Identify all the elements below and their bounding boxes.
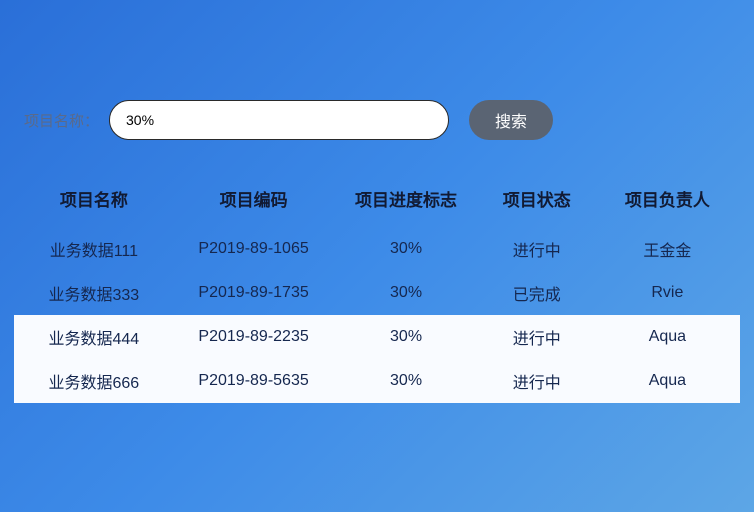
table-row[interactable]: 业务数据333P2019-89-173530%已完成Rvie — [14, 271, 740, 315]
search-button[interactable]: 搜索 — [469, 100, 553, 140]
cell-owner: 王金金 — [595, 227, 740, 271]
table-header-row: 项目名称 项目编码 项目进度标志 项目状态 项目负责人 — [14, 168, 740, 227]
cell-name: 业务数据333 — [14, 271, 174, 315]
col-header-owner: 项目负责人 — [595, 168, 740, 227]
cell-code: P2019-89-5635 — [174, 359, 334, 403]
cell-status: 进行中 — [479, 227, 595, 271]
col-header-progress: 项目进度标志 — [333, 168, 478, 227]
cell-progress: 30% — [333, 271, 478, 315]
cell-owner: Aqua — [595, 359, 740, 403]
cell-progress: 30% — [333, 227, 478, 271]
table-row[interactable]: 业务数据111P2019-89-106530%进行中王金金 — [14, 227, 740, 271]
table-row[interactable]: 业务数据666P2019-89-563530%进行中Aqua — [14, 359, 740, 403]
search-label: 项目名称： — [24, 110, 99, 131]
project-table-wrap: 项目名称 项目编码 项目进度标志 项目状态 项目负责人 业务数据111P2019… — [14, 168, 740, 403]
cell-name: 业务数据444 — [14, 315, 174, 359]
cell-status: 进行中 — [479, 359, 595, 403]
cell-owner: Rvie — [595, 271, 740, 315]
project-table: 项目名称 项目编码 项目进度标志 项目状态 项目负责人 业务数据111P2019… — [14, 168, 740, 403]
cell-progress: 30% — [333, 359, 478, 403]
col-header-status: 项目状态 — [479, 168, 595, 227]
cell-name: 业务数据666 — [14, 359, 174, 403]
cell-status: 进行中 — [479, 315, 595, 359]
cell-code: P2019-89-2235 — [174, 315, 334, 359]
cell-progress: 30% — [333, 315, 478, 359]
cell-owner: Aqua — [595, 315, 740, 359]
col-header-code: 项目编码 — [174, 168, 334, 227]
search-input[interactable] — [109, 100, 449, 140]
col-header-name: 项目名称 — [14, 168, 174, 227]
cell-code: P2019-89-1735 — [174, 271, 334, 315]
search-bar: 项目名称： 搜索 — [0, 0, 754, 168]
cell-name: 业务数据111 — [14, 227, 174, 271]
cell-code: P2019-89-1065 — [174, 227, 334, 271]
table-row[interactable]: 业务数据444P2019-89-223530%进行中Aqua — [14, 315, 740, 359]
cell-status: 已完成 — [479, 271, 595, 315]
